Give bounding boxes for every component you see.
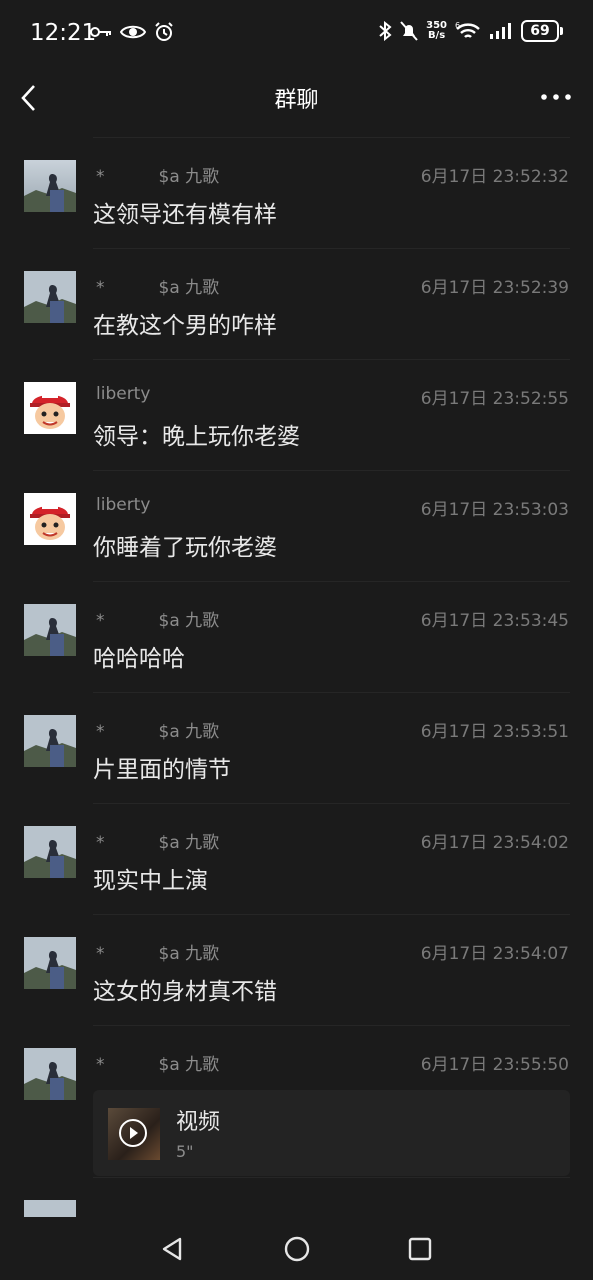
- landscape-avatar-icon: [24, 160, 76, 212]
- mute-bell-icon: [400, 21, 418, 41]
- play-icon: [119, 1119, 147, 1147]
- message-text: 现实中上演: [93, 868, 208, 894]
- message-item[interactable]: * $a 九歌 6月17日 23:52:39 在教这个男的咋样: [0, 248, 593, 359]
- battery-indicator: 69: [521, 20, 563, 42]
- video-thumbnail: [108, 1108, 160, 1160]
- avatar[interactable]: [24, 604, 76, 656]
- avatar[interactable]: [24, 382, 76, 434]
- more-options-button[interactable]: [539, 80, 573, 114]
- avatar[interactable]: [24, 937, 76, 989]
- landscape-avatar-icon: [24, 271, 76, 323]
- message-time: 6月17日 23:53:51: [420, 722, 569, 742]
- page-title: 群聊: [274, 88, 319, 113]
- landscape-avatar-icon: [24, 826, 76, 878]
- nav-recents-button[interactable]: [405, 1234, 435, 1264]
- message-text: 片里面的情节: [93, 757, 231, 783]
- net-speed: 350 B/s: [426, 21, 447, 41]
- sender-prefix: *: [96, 167, 105, 187]
- battery-level: 69: [521, 20, 559, 42]
- sender-name: $a 九歌: [158, 833, 220, 853]
- message-time: 6月17日 23:52:55: [420, 389, 569, 409]
- message-text: 这领导还有模有样: [93, 202, 277, 228]
- sender-prefix: *: [96, 278, 105, 298]
- signal-icon: [490, 23, 511, 39]
- landscape-avatar-icon: [24, 937, 76, 989]
- sender-name: liberty: [96, 384, 151, 404]
- message-time: 6月17日 23:55:50: [420, 1055, 569, 1075]
- sender-name: $a 九歌: [158, 167, 220, 187]
- circle-home-icon: [284, 1236, 310, 1262]
- message-time: 6月17日 23:52:39: [420, 278, 569, 298]
- wifi-icon: 6: [455, 21, 480, 38]
- message-item[interactable]: * $a 九歌 6月17日 23:55:50 视频 5": [0, 1025, 593, 1177]
- video-title: 视频: [176, 1110, 221, 1135]
- video-duration: 5": [176, 1142, 194, 1161]
- avatar[interactable]: [24, 715, 76, 767]
- sender-prefix: *: [96, 944, 105, 964]
- avatar[interactable]: [24, 271, 76, 323]
- avatar[interactable]: [24, 826, 76, 878]
- message-item[interactable]: * $a 九歌 6月17日 23:53:51 片里面的情节: [0, 692, 593, 803]
- message-text: 领导：晚上玩你老婆: [93, 424, 300, 450]
- message-item[interactable]: * $a 九歌 6月17日 23:54:07 这女的身材真不错: [0, 914, 593, 1025]
- message-item[interactable]: * $a 九歌 6月17日 23:53:45 哈哈哈哈: [0, 581, 593, 692]
- sender-prefix: *: [96, 722, 105, 742]
- message-list[interactable]: * $a 九歌 6月17日 23:52:32 这领导还有模有样 * $a 九歌 …: [0, 137, 593, 1217]
- avatar: [24, 1200, 76, 1217]
- net-speed-unit: B/s: [427, 30, 446, 41]
- avatar[interactable]: [24, 1048, 76, 1100]
- message-text: 这女的身材真不错: [93, 979, 277, 1005]
- landscape-avatar-icon: [24, 1200, 76, 1217]
- nav-back-button[interactable]: [158, 1234, 188, 1264]
- sender-prefix: *: [96, 611, 105, 631]
- sender-name: $a 九歌: [158, 944, 220, 964]
- bluetooth-icon: [379, 21, 392, 41]
- message-item[interactable]: liberty 6月17日 23:52:55 领导：晚上玩你老婆: [0, 359, 593, 470]
- sender-name: $a 九歌: [158, 1055, 220, 1075]
- landscape-avatar-icon: [24, 715, 76, 767]
- sender-name: $a 九歌: [158, 722, 220, 742]
- message-time: 6月17日 23:54:02: [420, 833, 569, 853]
- message-item[interactable]: * $a 九歌 6月17日 23:54:02 现实中上演: [0, 803, 593, 914]
- message-text: 在教这个男的咋样: [93, 313, 277, 339]
- message-time: 6月17日 23:52:32: [420, 167, 569, 187]
- message-time: 6月17日 23:53:03: [420, 500, 569, 520]
- chat-header: 群聊: [0, 68, 593, 128]
- sender-prefix: *: [96, 833, 105, 853]
- message-text: 你睡着了玩你老婆: [93, 535, 277, 561]
- sender-prefix: *: [96, 1055, 105, 1075]
- message-time: 6月17日 23:53:45: [420, 611, 569, 631]
- svg-text:6: 6: [455, 21, 460, 30]
- system-nav-bar: [0, 1218, 593, 1280]
- sender-name: $a 九歌: [158, 278, 220, 298]
- cartoon-avatar-icon: [24, 382, 76, 434]
- message-time: 6月17日 23:54:07: [420, 944, 569, 964]
- video-message-card[interactable]: 视频 5": [93, 1090, 570, 1176]
- eye-icon: [120, 25, 146, 39]
- alarm-icon: [155, 22, 173, 41]
- message-item[interactable]: liberty 6月17日 23:53:03 你睡着了玩你老婆: [0, 470, 593, 581]
- more-dots-icon: [541, 94, 571, 100]
- message-item[interactable]: * $a 九歌 6月17日 23:52:32 这领导还有模有样: [0, 137, 593, 248]
- avatar[interactable]: [24, 493, 76, 545]
- message-text: 哈哈哈哈: [93, 646, 185, 672]
- key-icon: [90, 27, 111, 37]
- landscape-avatar-icon: [24, 604, 76, 656]
- landscape-avatar-icon: [24, 1048, 76, 1100]
- sender-name: $a 九歌: [158, 611, 220, 631]
- message-item-partial: [0, 1177, 593, 1217]
- status-time: 12:21: [30, 20, 97, 46]
- avatar[interactable]: [24, 160, 76, 212]
- cartoon-avatar-icon: [24, 493, 76, 545]
- nav-home-button[interactable]: [282, 1234, 312, 1264]
- sender-name: liberty: [96, 495, 151, 515]
- status-bar: 12:21 350 B/s 6 69: [0, 0, 593, 68]
- square-recents-icon: [408, 1237, 432, 1261]
- triangle-back-icon: [162, 1237, 182, 1261]
